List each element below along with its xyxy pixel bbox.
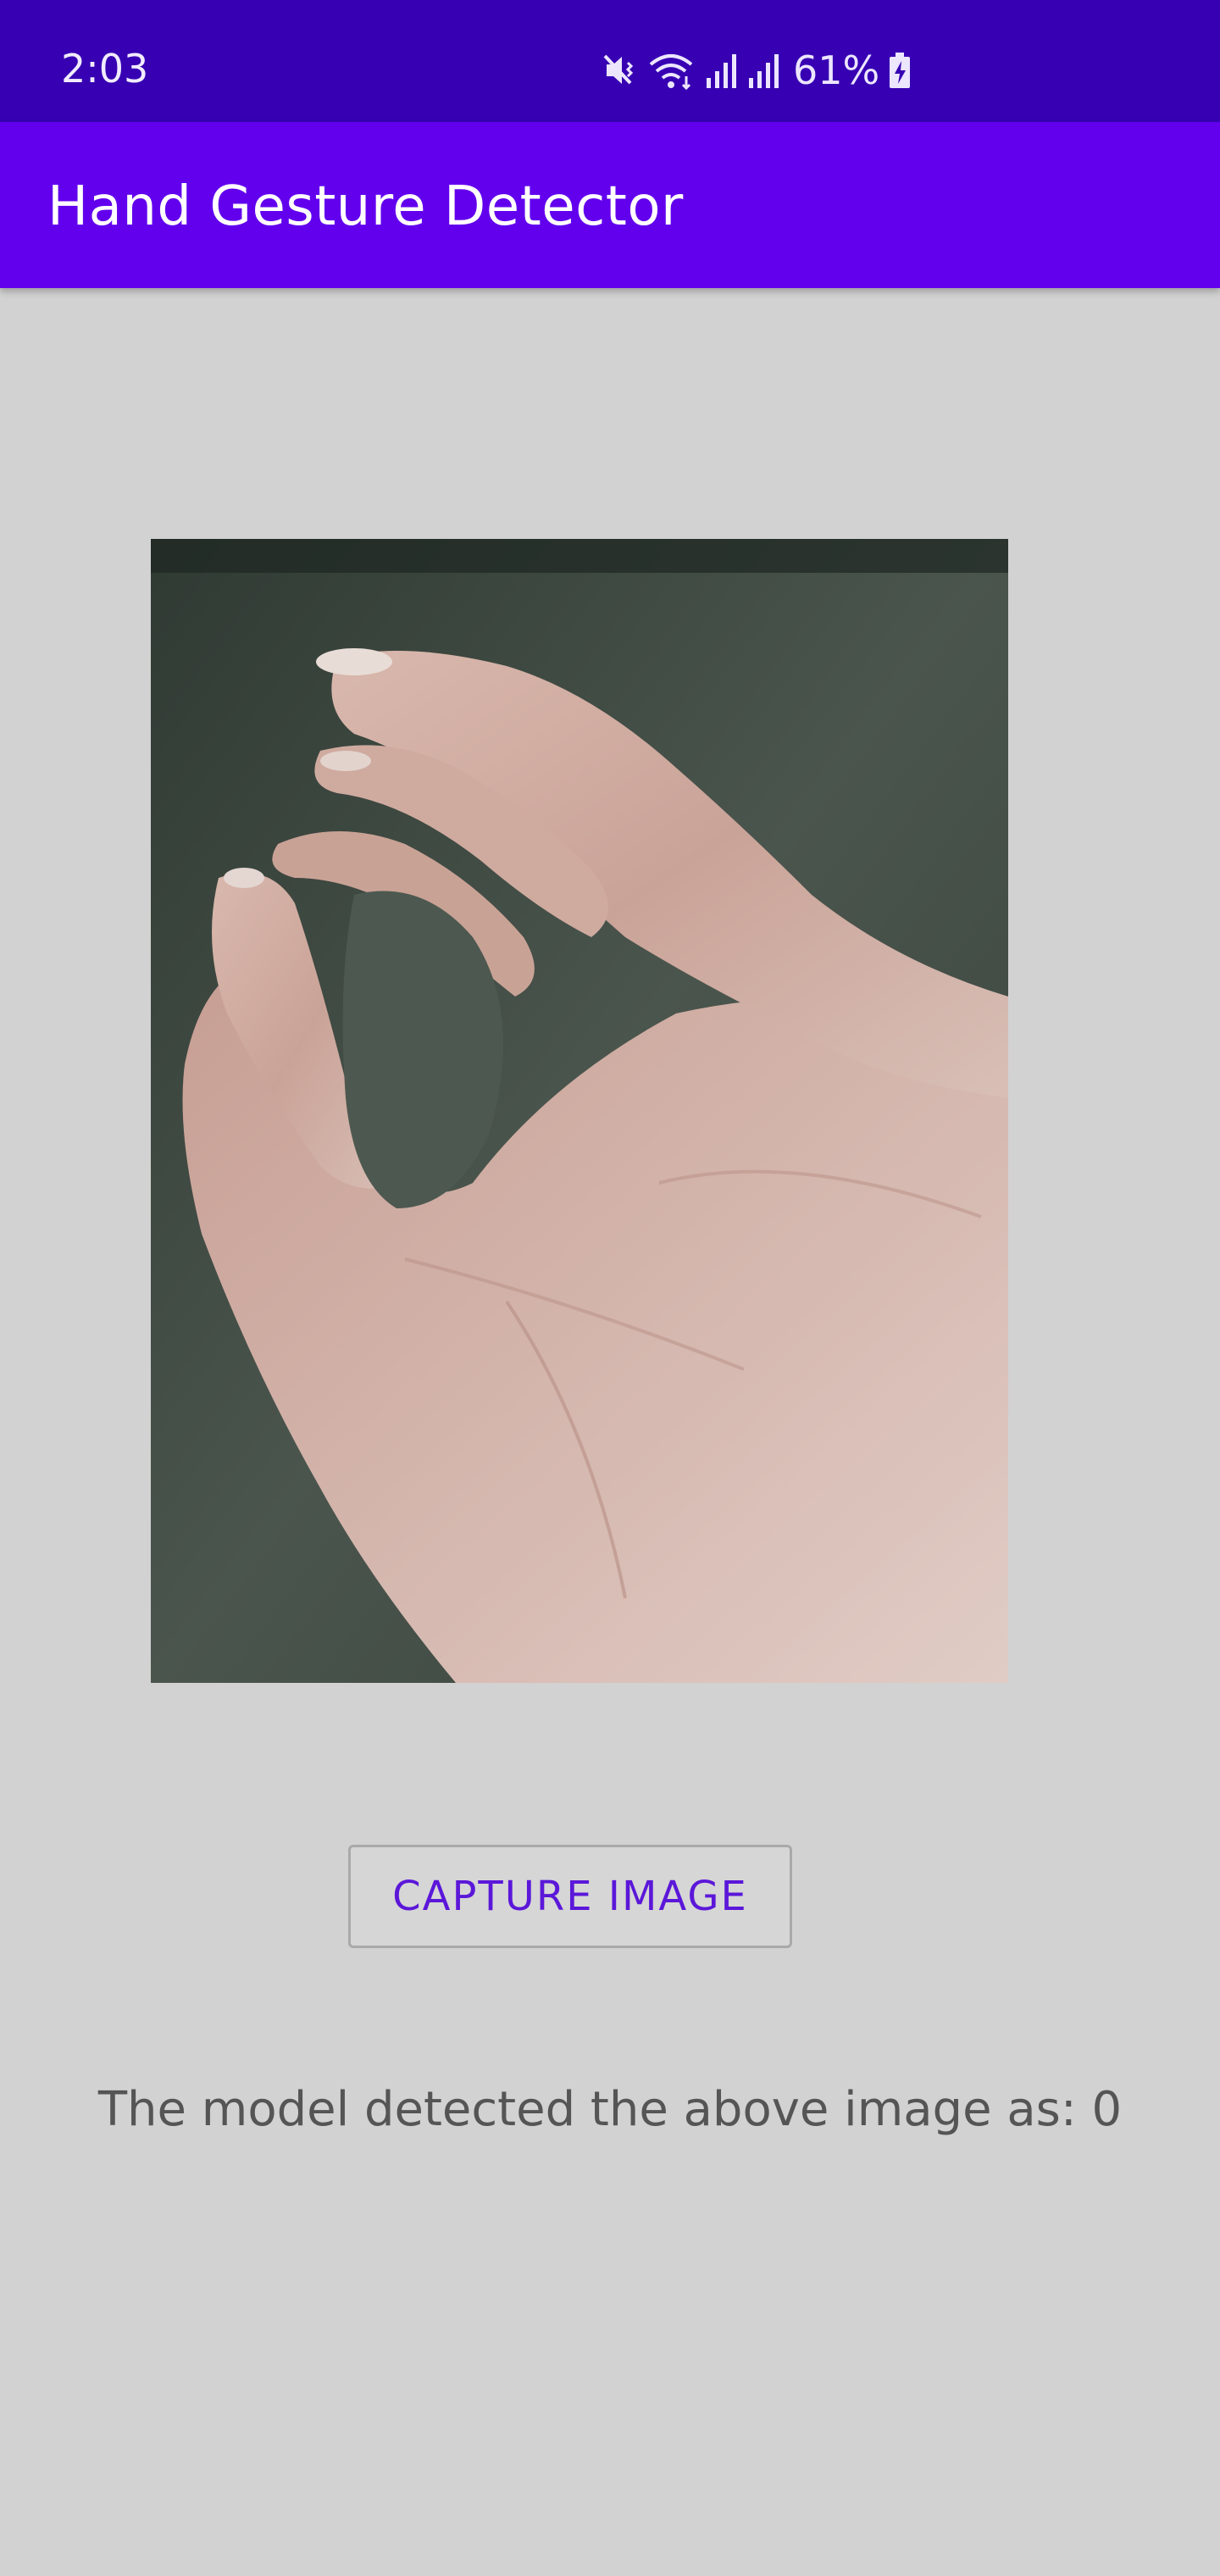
signal-icon (747, 51, 781, 90)
status-icons: 61% (600, 49, 912, 92)
mute-vibrate-icon (600, 51, 639, 90)
wifi-icon (647, 51, 696, 90)
detection-result-text: The model detected the above image as: 0 (97, 2082, 1123, 2137)
capture-image-button[interactable]: CAPTURE IMAGE (348, 1845, 792, 1948)
status-bar: 2:03 61% (0, 0, 1220, 122)
app-title: Hand Gesture Detector (47, 175, 684, 238)
status-time: 2:03 (61, 46, 149, 92)
battery-percent: 61% (793, 47, 880, 93)
signal-icon (705, 51, 739, 90)
app-bar: Hand Gesture Detector (0, 122, 1220, 288)
hand-gesture-photo (151, 539, 1008, 1683)
battery-charging-icon (888, 51, 912, 90)
